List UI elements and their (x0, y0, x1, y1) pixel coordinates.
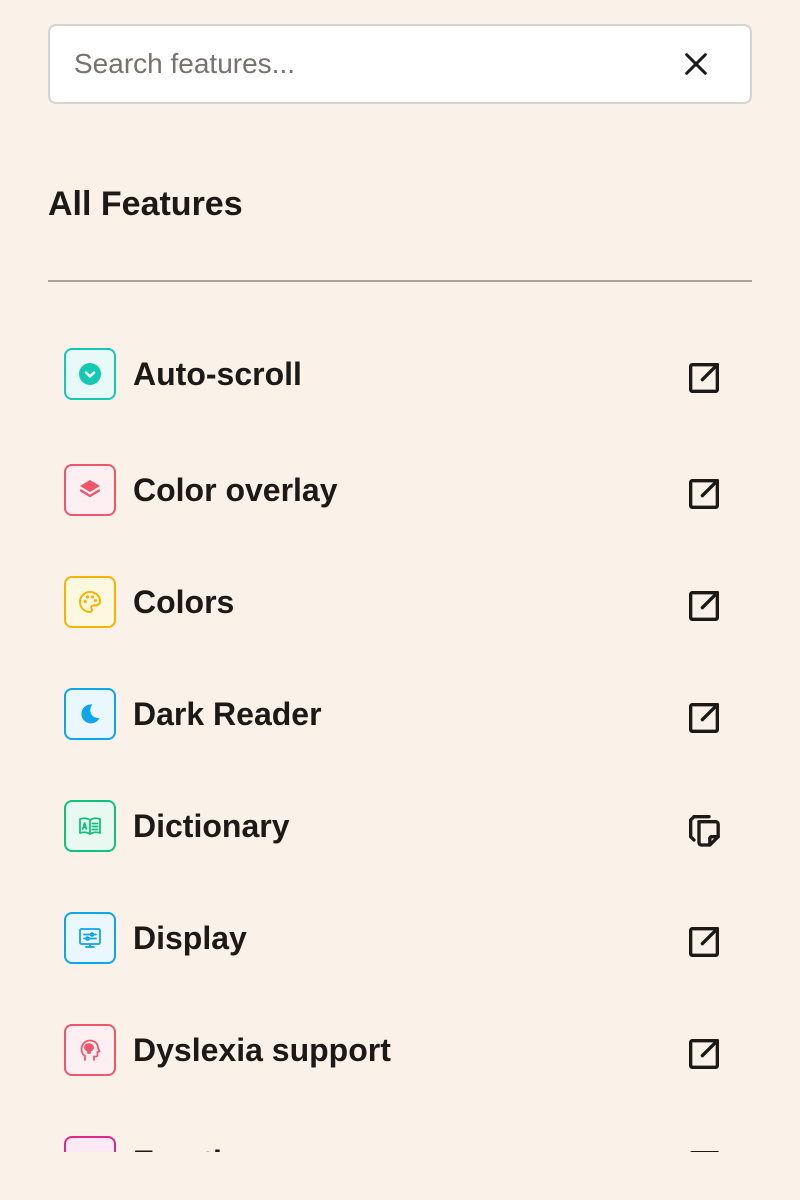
open-external-icon[interactable] (684, 358, 724, 398)
layers-icon (79, 480, 101, 498)
feature-row-emotion[interactable]: Emotion (48, 1114, 752, 1152)
feature-row-dark-reader[interactable]: Dark Reader (48, 666, 752, 762)
open-external-icon[interactable] (684, 586, 724, 626)
feature-icon-box (64, 912, 116, 964)
search-box (48, 24, 752, 104)
open-external-icon[interactable] (684, 1034, 724, 1074)
copy-icon[interactable] (684, 810, 724, 850)
monitor-icon (79, 928, 101, 948)
feature-label: Colors (133, 584, 235, 620)
feature-label: Dictionary (133, 808, 290, 844)
feature-icon-box (64, 800, 116, 852)
feature-label: Dark Reader (133, 696, 322, 732)
section-title: All Features (48, 185, 243, 223)
feature-icon-box (64, 348, 116, 400)
page: All Features Auto-scroll (0, 0, 800, 1200)
feature-label: Display (133, 920, 247, 956)
feature-icon-box (64, 1024, 116, 1076)
open-external-icon[interactable] (684, 1146, 724, 1152)
head-icon (80, 1039, 101, 1061)
palette-icon (78, 590, 102, 614)
feature-row-auto-scroll[interactable]: Auto-scroll (48, 326, 752, 422)
feature-icon-box (64, 1136, 116, 1152)
open-external-icon[interactable] (684, 698, 724, 738)
close-icon[interactable] (680, 48, 712, 80)
book-icon (79, 817, 101, 835)
feature-row-display[interactable]: Display (48, 890, 752, 986)
chevron-circle-icon (79, 363, 101, 385)
feature-icon-box (64, 688, 116, 740)
text-icon (78, 1150, 102, 1152)
open-external-icon[interactable] (684, 922, 724, 962)
moon-icon (81, 704, 100, 724)
feature-row-dictionary[interactable]: Dictionary (48, 778, 752, 874)
search-input[interactable] (74, 26, 654, 102)
feature-row-colors[interactable]: Colors (48, 554, 752, 650)
feature-label: Auto-scroll (133, 356, 302, 392)
feature-label: Color overlay (133, 472, 338, 508)
feature-label: Emotion (133, 1114, 261, 1152)
open-external-icon[interactable] (684, 474, 724, 514)
feature-label: Dyslexia support (133, 1032, 391, 1068)
feature-row-color-overlay[interactable]: Color overlay (48, 442, 752, 538)
feature-row-dyslexia-support[interactable]: Dyslexia support (48, 1002, 752, 1098)
divider (48, 280, 752, 282)
feature-list[interactable]: Auto-scroll Color overlay Colors Dark Re… (0, 290, 800, 1152)
feature-icon-box (64, 576, 116, 628)
feature-icon-box (64, 464, 116, 516)
